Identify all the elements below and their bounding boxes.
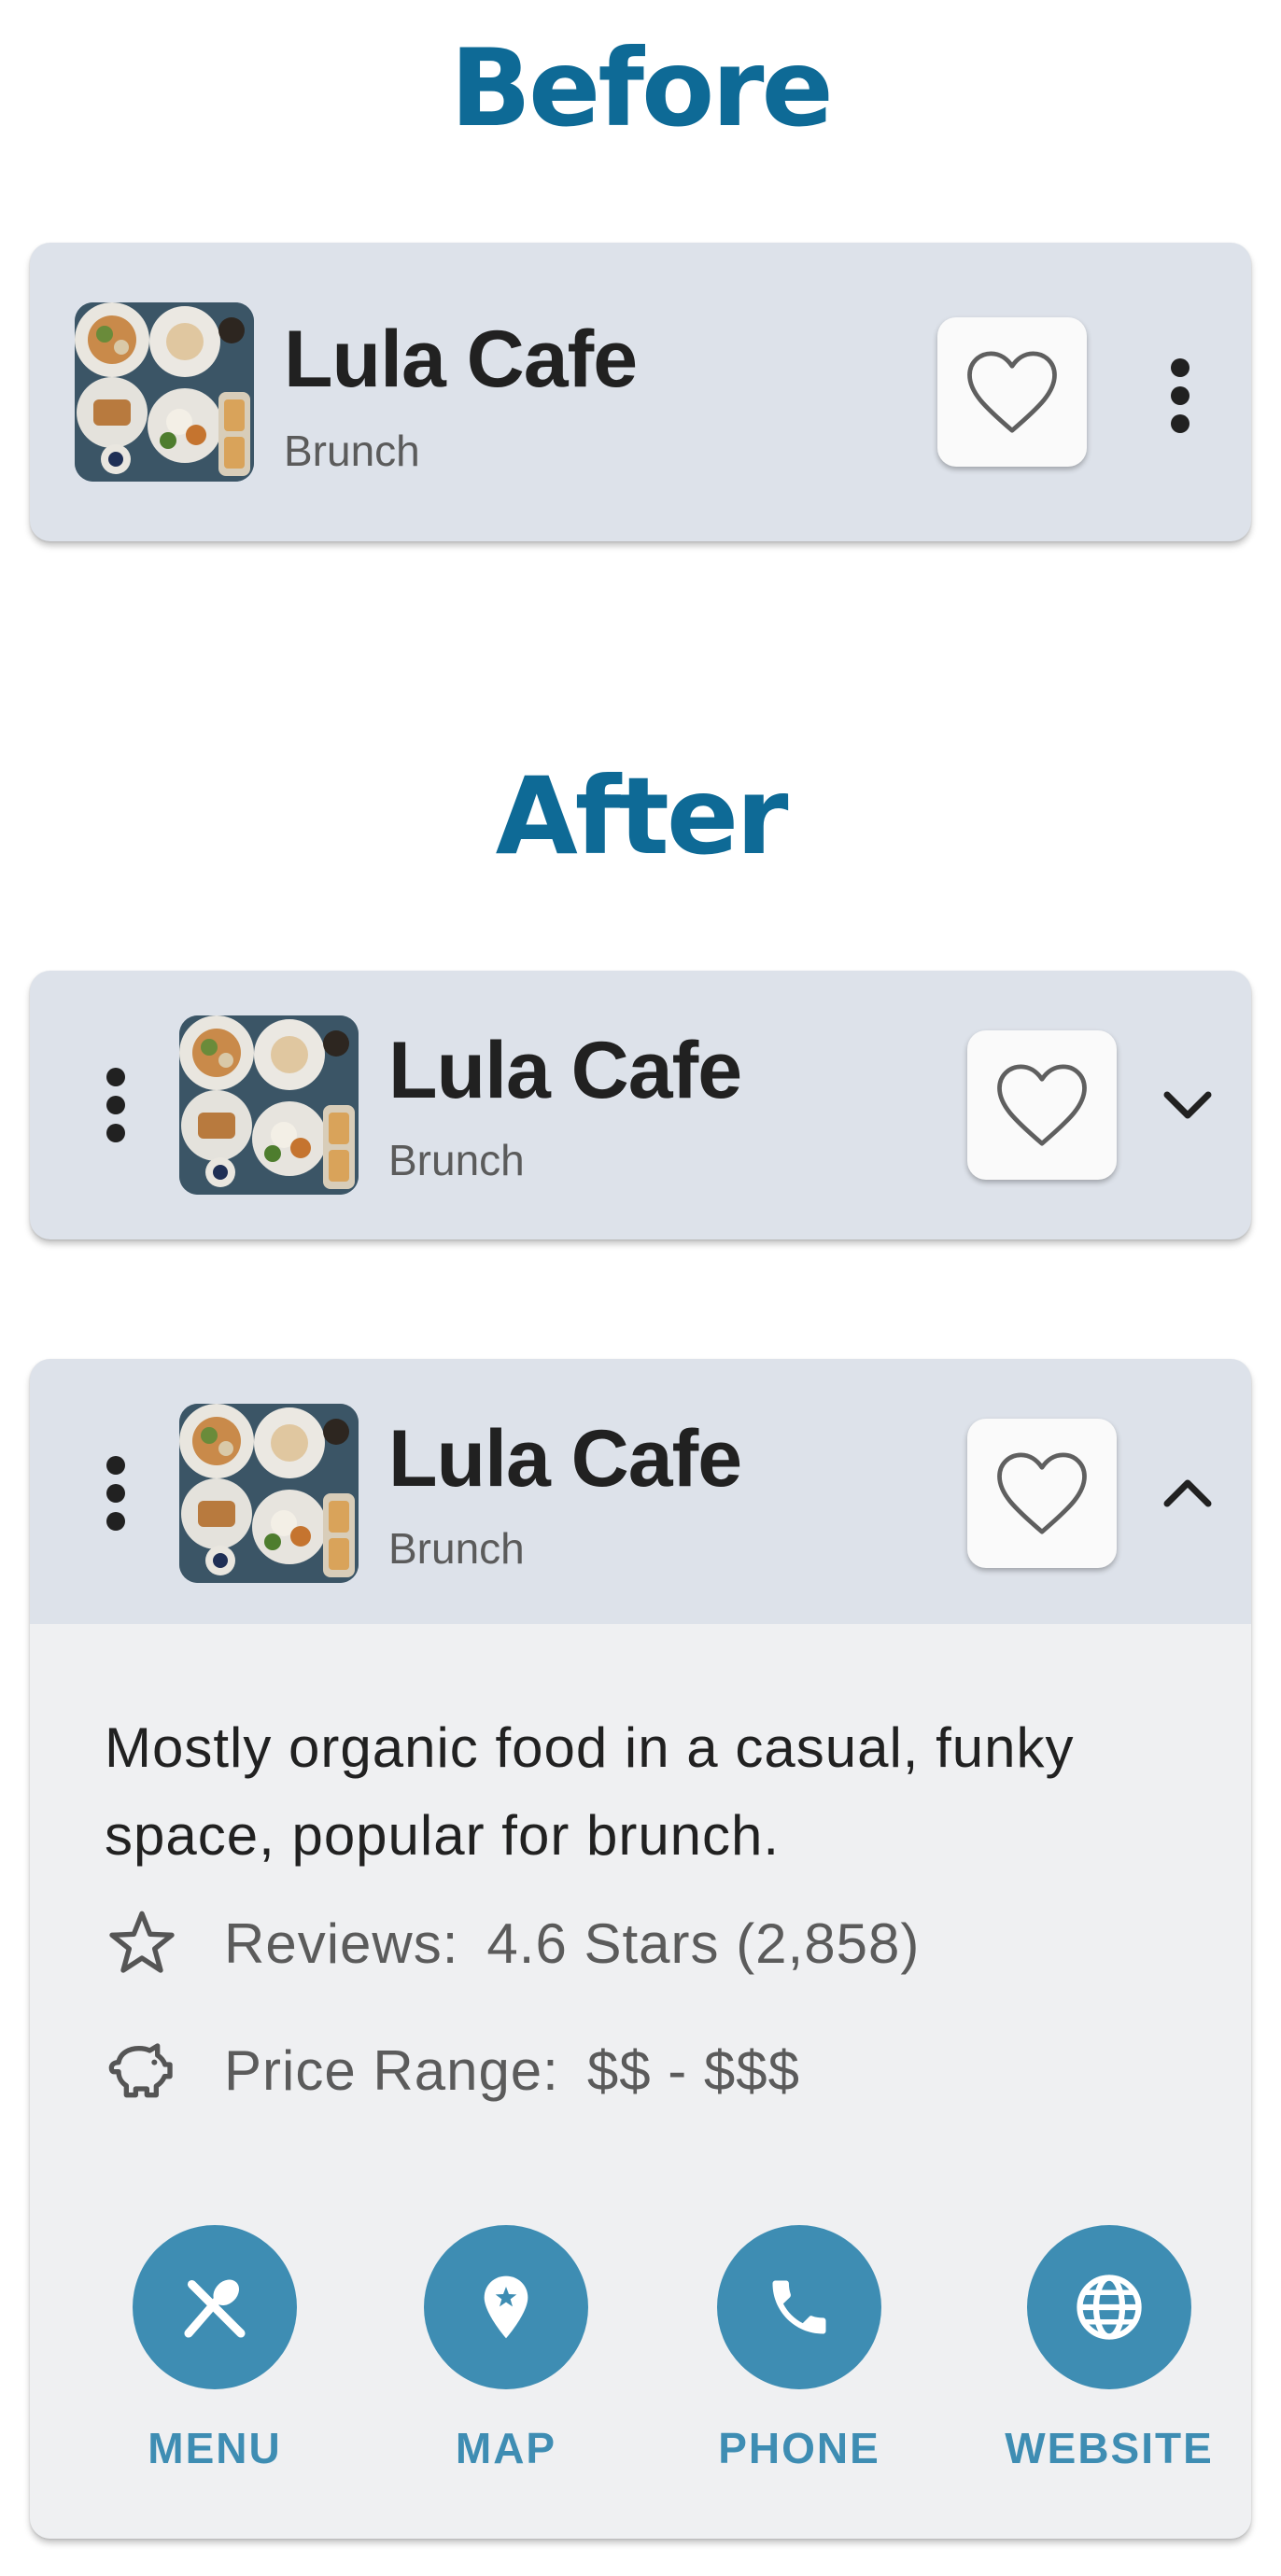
heart-icon — [997, 1064, 1087, 1146]
star-icon — [105, 1906, 179, 1981]
restaurant-name: Lula Cafe — [388, 1414, 742, 1504]
menu-label: MENU — [148, 2424, 282, 2472]
restaurant-category: Brunch — [388, 1524, 525, 1573]
phone-button[interactable]: PHONE — [687, 2225, 911, 2473]
map-pin-icon — [484, 2275, 528, 2339]
more-options-button[interactable] — [88, 1437, 144, 1549]
chevron-up-icon — [1163, 1479, 1212, 1507]
website-button[interactable]: WEBSITE — [997, 2225, 1221, 2473]
more-vert-icon — [106, 1068, 125, 1142]
restaurant-thumbnail — [75, 302, 254, 482]
heart-icon — [967, 351, 1057, 433]
restaurant-name: Lula Cafe — [388, 1026, 742, 1115]
favorite-button[interactable] — [967, 1030, 1117, 1180]
menu-button[interactable]: MENU — [103, 2225, 327, 2473]
more-vert-icon — [106, 1456, 125, 1531]
piggy-bank-icon — [105, 2033, 179, 2107]
more-options-button[interactable] — [1143, 340, 1218, 452]
restaurant-card-before[interactable]: Lula Cafe Brunch — [30, 243, 1251, 541]
restaurant-name: Lula Cafe — [284, 315, 638, 404]
map-label: MAP — [455, 2424, 557, 2472]
fork-spoon-icon — [184, 2279, 246, 2338]
after-title: After — [495, 754, 789, 878]
restaurant-thumbnail — [179, 1015, 359, 1195]
before-title: Before — [450, 26, 834, 150]
reviews-row: Reviews: 4.6 Stars (2,858) — [105, 1906, 920, 1981]
reviews-label: Reviews: — [224, 1911, 459, 1975]
expand-button[interactable] — [1150, 1068, 1225, 1142]
more-vert-icon — [1171, 358, 1190, 433]
price-row: Price Range: $$ - $$$ — [105, 2033, 800, 2107]
map-button[interactable]: MAP — [394, 2225, 618, 2473]
collapse-button[interactable] — [1150, 1456, 1225, 1531]
price-label: Price Range: — [224, 2038, 559, 2102]
phone-label: PHONE — [718, 2424, 880, 2472]
phone-icon — [772, 2280, 826, 2334]
restaurant-thumbnail — [179, 1404, 359, 1583]
favorite-button[interactable] — [967, 1419, 1117, 1568]
restaurant-description: Mostly organic food in a casual, funky s… — [105, 1716, 1075, 1867]
restaurant-details: Mostly organic food in a casual, funky s… — [30, 1624, 1251, 2539]
globe-icon — [1077, 2275, 1142, 2340]
reviews-value: 4.6 Stars (2,858) — [486, 1911, 921, 1975]
heart-icon — [997, 1452, 1087, 1534]
restaurant-category: Brunch — [388, 1136, 525, 1184]
chevron-down-icon — [1163, 1091, 1212, 1119]
favorite-button[interactable] — [937, 317, 1087, 467]
more-options-button[interactable] — [88, 1049, 144, 1161]
restaurant-card-collapsed[interactable]: Lula Cafe Brunch — [30, 971, 1251, 1239]
restaurant-card-expanded[interactable]: Lula Cafe Brunch Mostly organic food in … — [30, 1359, 1251, 2539]
price-value: $$ - $$$ — [586, 2038, 801, 2102]
website-label: WEBSITE — [1005, 2424, 1214, 2472]
restaurant-category: Brunch — [284, 427, 420, 475]
